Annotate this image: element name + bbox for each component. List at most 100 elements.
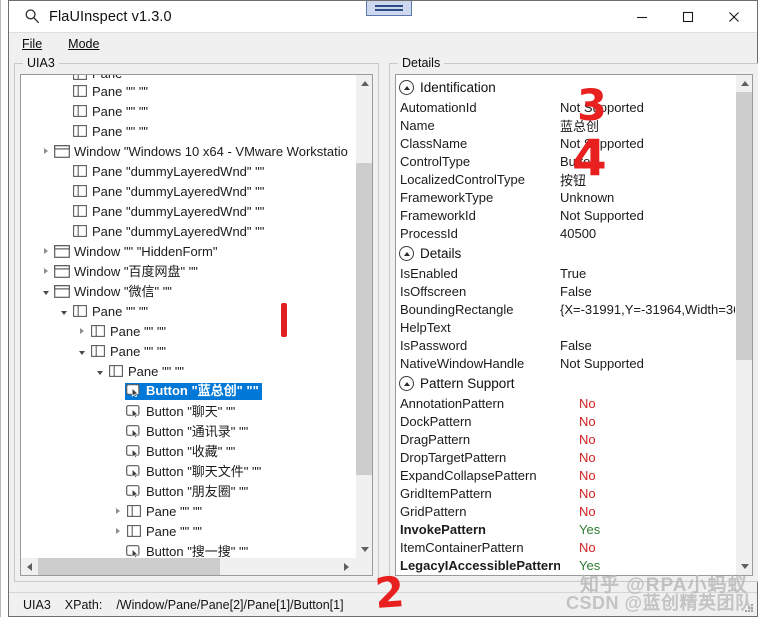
maximize-button[interactable]: [665, 1, 711, 32]
menu-file[interactable]: File: [19, 36, 45, 52]
details-row: LocalizedControlType 按钮: [396, 170, 735, 188]
collapse-chevron-icon[interactable]: [399, 80, 414, 95]
tree-vertical-scrollbar[interactable]: [355, 75, 372, 558]
details-vertical-scrollbar[interactable]: [735, 75, 752, 575]
tree-item[interactable]: Pane "" "": [21, 321, 355, 341]
tree-scroll-down-button[interactable]: [356, 541, 372, 558]
window-title: FlaUInspect v1.3.0: [49, 8, 172, 25]
details-row-key: LocalizedControlType: [400, 171, 526, 187]
minimize-button[interactable]: [619, 1, 665, 32]
expander-expanded-icon[interactable]: [93, 365, 106, 378]
tree-item[interactable]: Window "百度网盘" "": [21, 261, 355, 281]
tree-item-label: Pane "" "": [110, 323, 167, 339]
button-icon: [125, 464, 142, 479]
expander-collapsed-icon[interactable]: [111, 505, 124, 518]
details-row: MultipleViewPatternNo: [396, 574, 735, 575]
tree-item[interactable]: Button "聊天" "": [21, 401, 355, 421]
tree-item[interactable]: Button "通讯录" "": [21, 421, 355, 441]
tree-item-content: Pane "" "": [71, 124, 148, 139]
collapse-chevron-icon[interactable]: [399, 376, 414, 391]
tree-item[interactable]: Button "朋友圈" "": [21, 481, 355, 501]
tree-item[interactable]: Button "搜一搜" "": [21, 541, 355, 558]
button-icon: [125, 544, 139, 558]
chevron-left-icon: [27, 562, 32, 571]
tree-horizontal-scrollbar[interactable]: [21, 558, 355, 575]
menu-mode[interactable]: Mode: [65, 36, 102, 52]
desktop-edge-line: [0, 0, 1, 617]
collapse-chevron-icon[interactable]: [399, 246, 414, 261]
tree-item[interactable]: Pane "" "": [21, 101, 355, 121]
tree-item-label: Window "百度网盘" "": [74, 263, 198, 279]
tree-item[interactable]: Pane "" "": [21, 301, 355, 321]
close-button[interactable]: [711, 1, 757, 32]
tree-item-content: Pane "" "": [71, 104, 148, 119]
tree-item[interactable]: Pane "" "": [21, 361, 355, 381]
window-icon: [53, 144, 70, 158]
details-scroll-down-button[interactable]: [736, 558, 752, 575]
details-row-key: LegacyIAccessiblePattern: [400, 557, 560, 573]
tree-item[interactable]: Pane "dummyLayeredWnd" "": [21, 181, 355, 201]
pane-icon: [108, 365, 123, 377]
button-icon: [125, 464, 139, 478]
tree-item[interactable]: Pane "" "": [21, 521, 355, 541]
tree-item-label: Pane "dummyLayeredWnd" "": [92, 203, 265, 219]
details-row-value: No: [579, 503, 596, 519]
details-row-key: DragPattern: [400, 431, 471, 447]
snap-layout-indicator[interactable]: [366, 1, 412, 16]
details-section-header[interactable]: Identification: [396, 77, 735, 98]
tree-item[interactable]: Button "聊天文件" "": [21, 461, 355, 481]
tree-item[interactable]: Button "收藏" "": [21, 441, 355, 461]
window-icon: [53, 244, 70, 258]
pane-icon: [72, 165, 87, 177]
tree-item-content: Pane "" "": [71, 84, 148, 99]
tree-scroll-left-button[interactable]: [21, 558, 38, 575]
details-scroll-up-button[interactable]: [736, 75, 752, 92]
expander-collapsed-icon[interactable]: [39, 145, 52, 158]
expander-expanded-icon[interactable]: [39, 285, 52, 298]
chevron-down-icon: [740, 564, 749, 569]
expander-collapsed-icon[interactable]: [39, 245, 52, 258]
details-section-header[interactable]: Details: [396, 243, 735, 264]
tree-item[interactable]: Pane "" "": [21, 341, 355, 361]
details-section-header[interactable]: Pattern Support: [396, 373, 735, 394]
tree-item[interactable]: Pane "dummyLayeredWnd" "": [21, 221, 355, 241]
details-row-key: ControlType: [400, 153, 471, 169]
tree-vscroll-thumb[interactable]: [356, 163, 372, 475]
flauinspect-window: FlaUInspect v1.3.0 File Mode UIA3 Pane "…: [0, 0, 758, 617]
tree-item[interactable]: Pane "" "": [21, 81, 355, 101]
tree-item-label: Window "Windows 10 x64 - VMware Workstat…: [74, 143, 348, 159]
expander-collapsed-icon[interactable]: [39, 265, 52, 278]
tree-item[interactable]: Pane "dummyLayeredWnd" "": [21, 201, 355, 221]
tree-item[interactable]: Window "" "HiddenForm": [21, 241, 355, 261]
tree-item[interactable]: Window "Windows 10 x64 - VMware Workstat…: [21, 141, 355, 161]
pane-icon: [72, 105, 87, 117]
details-row-value: True: [560, 265, 587, 281]
expander-expanded-icon[interactable]: [75, 345, 88, 358]
tree-item[interactable]: Pane "dummyLayeredWnd" "": [21, 161, 355, 181]
details-row-value: No: [579, 539, 596, 555]
tree-item-content: Pane "dummyLayeredWnd" "": [71, 164, 264, 179]
expander-expanded-icon[interactable]: [57, 305, 70, 318]
details-row-value: Unknown: [560, 189, 615, 205]
tree-item[interactable]: Pane "" "": [21, 501, 355, 521]
tree-item[interactable]: Pane "" "": [21, 121, 355, 141]
pane-icon: [71, 164, 88, 179]
tree-view[interactable]: PanePane "" ""Pane "" ""Pane "" ""Window…: [21, 75, 355, 558]
details-row-value: No: [579, 395, 596, 411]
tree-item-content: Pane "" "": [71, 304, 148, 319]
tree-item-selected[interactable]: Button "蓝总创" "": [21, 381, 355, 401]
tree-item-label: Button "朋友圈" "": [146, 483, 249, 499]
details-row-value: Button: [560, 153, 598, 169]
expander-collapsed-icon[interactable]: [75, 325, 88, 338]
tree-scroll-right-button[interactable]: [338, 558, 355, 575]
resize-grip-icon[interactable]: [742, 602, 754, 614]
tree-item[interactable]: Window "微信" "": [21, 281, 355, 301]
tree-scroll-up-button[interactable]: [356, 75, 372, 92]
tree-item-label: Pane "" "": [92, 103, 149, 119]
expander-collapsed-icon[interactable]: [111, 525, 124, 538]
details-row-value: Yes: [579, 557, 601, 573]
details-view[interactable]: Identification AutomationId Not Supported N…: [396, 75, 735, 575]
tree-scroll-corner: [355, 558, 372, 575]
details-vscroll-thumb[interactable]: [736, 92, 752, 360]
tree-hscroll-thumb[interactable]: [38, 558, 220, 575]
